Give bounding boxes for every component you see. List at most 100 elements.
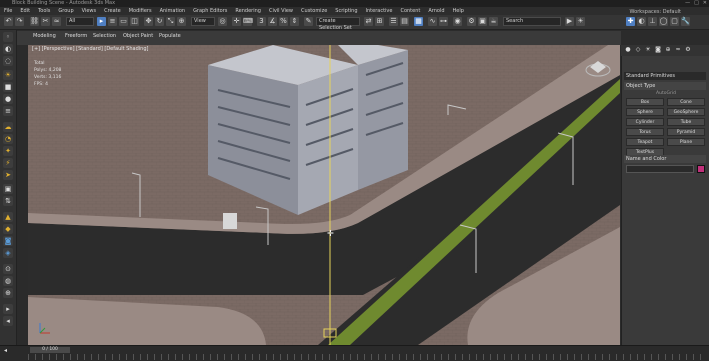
- lasso-icon[interactable]: ◌: [3, 56, 13, 66]
- rendered-frame-window-icon[interactable]: ▣: [478, 17, 487, 26]
- torus-button[interactable]: Torus: [626, 128, 664, 136]
- menu-create[interactable]: Create: [104, 7, 121, 15]
- curve-editor-icon[interactable]: ∿: [428, 17, 437, 26]
- menu-arnold[interactable]: Arnold: [428, 7, 444, 15]
- box-icon[interactable]: ■: [3, 82, 13, 92]
- place-icon[interactable]: ⊕: [177, 17, 186, 26]
- systems-icon[interactable]: ⊕: [3, 288, 13, 298]
- menu-file[interactable]: File: [4, 7, 12, 15]
- tab-selection[interactable]: Selection: [93, 33, 116, 39]
- warning-icon[interactable]: ▲: [3, 212, 13, 222]
- link-icon[interactable]: ⛓: [30, 17, 39, 26]
- minimize-button[interactable]: —: [685, 0, 690, 7]
- undo-icon[interactable]: ↶: [4, 17, 13, 26]
- space-warps-icon[interactable]: ≈: [674, 46, 682, 54]
- motion-panel-icon[interactable]: ◯: [659, 17, 668, 26]
- helper-icon[interactable]: ⊙: [3, 264, 13, 274]
- rectangular-selection-icon[interactable]: ▭: [119, 17, 128, 26]
- time-slider[interactable]: 0 / 100: [30, 347, 70, 353]
- hierarchy-panel-icon[interactable]: ⊥: [648, 17, 657, 26]
- rotate-icon[interactable]: ↻: [155, 17, 164, 26]
- expand-icon[interactable]: ▸: [3, 304, 13, 314]
- maximize-button[interactable]: □: [694, 0, 699, 7]
- menu-animation[interactable]: Animation: [160, 7, 186, 15]
- menu-modifiers[interactable]: Modifiers: [129, 7, 152, 15]
- tab-freeform[interactable]: Freeform: [65, 33, 87, 39]
- viewport-label[interactable]: [+] [Perspective] [Standard] [Default Sh…: [32, 46, 148, 52]
- autogrid-checkbox[interactable]: AutoGrid: [626, 91, 706, 96]
- edit-named-selection-icon[interactable]: ✎: [304, 17, 313, 26]
- render-production-icon[interactable]: ☕: [489, 17, 498, 26]
- close-button[interactable]: ✕: [703, 0, 707, 7]
- render-setup-icon[interactable]: ⚙: [467, 17, 476, 26]
- select-tool-icon[interactable]: ◦: [3, 32, 13, 42]
- object-name-field[interactable]: [626, 165, 694, 173]
- select-by-name-icon[interactable]: ≡: [108, 17, 117, 26]
- utilities-panel-icon[interactable]: 🔧: [681, 17, 690, 26]
- redo-icon[interactable]: ↷: [15, 17, 24, 26]
- cloud-icon[interactable]: ☁: [3, 122, 13, 132]
- move-icon[interactable]: ✥: [144, 17, 153, 26]
- environment-icon[interactable]: ☀: [576, 17, 585, 26]
- arrow-icon[interactable]: ➤: [3, 170, 13, 180]
- keyboard-shortcut-icon[interactable]: ⌨: [243, 17, 253, 26]
- material-editor-icon[interactable]: ◉: [453, 17, 462, 26]
- collapse-icon[interactable]: ◂: [3, 316, 13, 326]
- search-field[interactable]: Search: [503, 17, 561, 26]
- object-type-rollout[interactable]: Object Type: [624, 82, 706, 90]
- menu-rendering[interactable]: Rendering: [235, 7, 261, 15]
- layer-icon[interactable]: ≡: [3, 106, 13, 116]
- selection-filter-dropdown[interactable]: All: [66, 17, 94, 26]
- name-and-color-rollout[interactable]: Name and Color: [624, 155, 706, 163]
- menu-customize[interactable]: Customize: [301, 7, 327, 15]
- layer-explorer-icon[interactable]: ▤: [400, 17, 409, 26]
- tab-object-paint[interactable]: Object Paint: [123, 33, 153, 39]
- tab-modeling[interactable]: Modeling: [33, 33, 56, 39]
- menu-tools[interactable]: Tools: [38, 7, 50, 15]
- unlink-icon[interactable]: ✂: [41, 17, 50, 26]
- bolt-icon[interactable]: ⚡: [3, 158, 13, 168]
- menu-civil-view[interactable]: Civil View: [269, 7, 293, 15]
- window-crossing-icon[interactable]: ◫: [130, 17, 139, 26]
- cylinder-button[interactable]: Cylinder: [626, 118, 664, 126]
- group-icon[interactable]: ▣: [3, 184, 13, 194]
- marker-icon[interactable]: ◆: [3, 224, 13, 234]
- named-selection-set-dropdown[interactable]: Create Selection Set: [316, 17, 360, 31]
- pyramid-button[interactable]: Pyramid: [667, 128, 705, 136]
- track-bar[interactable]: [28, 354, 707, 360]
- menu-views[interactable]: Views: [82, 7, 96, 15]
- reference-coordinate-dropdown[interactable]: View: [191, 17, 215, 26]
- paint-select-icon[interactable]: ◐: [3, 44, 13, 54]
- category-dropdown[interactable]: Standard Primitives: [624, 72, 706, 80]
- space-warp-icon[interactable]: ◍: [3, 276, 13, 286]
- snaps-toggle-icon[interactable]: 3: [257, 17, 266, 26]
- menu-scripting[interactable]: Scripting: [335, 7, 357, 15]
- helpers-icon[interactable]: ⊕: [664, 46, 672, 54]
- bind-space-warp-icon[interactable]: ≈: [52, 17, 61, 26]
- geometry-icon[interactable]: ●: [624, 46, 632, 54]
- geosphere-button[interactable]: GeoSphere: [667, 108, 705, 116]
- shapes-icon[interactable]: ◇: [634, 46, 642, 54]
- sphere-button[interactable]: Sphere: [626, 108, 664, 116]
- create-panel-icon[interactable]: ✚: [626, 17, 635, 26]
- render-icon[interactable]: ▶: [565, 17, 574, 26]
- box-button[interactable]: Box: [626, 98, 664, 106]
- cone-button[interactable]: Cone: [667, 98, 705, 106]
- sort-icon[interactable]: ⇅: [3, 196, 13, 206]
- systems-panel-icon[interactable]: ⚙: [684, 46, 692, 54]
- scale-icon[interactable]: ⤡: [166, 17, 175, 26]
- angle-snap-icon[interactable]: ∡: [268, 17, 277, 26]
- mirror-icon[interactable]: ⇄: [364, 17, 373, 26]
- select-object-icon[interactable]: ▸: [97, 17, 106, 26]
- toggle-ribbon-icon[interactable]: ▦: [414, 17, 423, 26]
- object-color-swatch[interactable]: [697, 165, 705, 173]
- menu-edit[interactable]: Edit: [20, 7, 30, 15]
- tube-button[interactable]: Tube: [667, 118, 705, 126]
- cameras-icon[interactable]: ◙: [654, 46, 662, 54]
- pivot-center-icon[interactable]: ◎: [218, 17, 227, 26]
- plane-button[interactable]: Plane: [667, 138, 705, 146]
- menu-group[interactable]: Group: [58, 7, 73, 15]
- shape-icon[interactable]: ◈: [3, 248, 13, 258]
- align-icon[interactable]: ⊞: [375, 17, 384, 26]
- teapot-button[interactable]: Teapot: [626, 138, 664, 146]
